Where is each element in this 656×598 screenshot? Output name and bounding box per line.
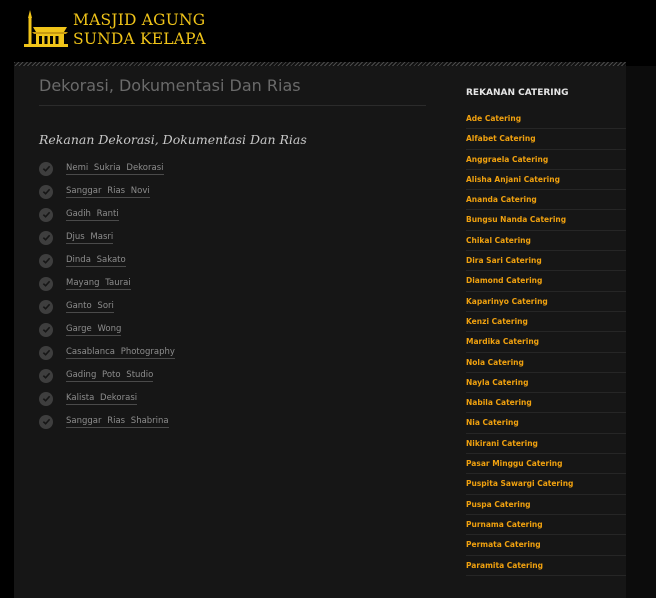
check-circle-icon [39, 391, 53, 406]
list-item: Garge Wong [39, 318, 175, 341]
list-item: Sanggar Rias Novi [39, 180, 175, 203]
partner-link[interactable]: Sanggar Rias Shabrina [66, 416, 169, 428]
catering-link[interactable]: Nayla Catering [466, 373, 626, 394]
check-circle-icon [39, 414, 53, 429]
logo-line-2: SUNDA KELAPA [73, 30, 206, 48]
check-circle-icon [39, 161, 53, 176]
catering-link[interactable]: Kaparinyo Catering [466, 292, 626, 312]
catering-link[interactable]: Dira Sari Catering [466, 251, 626, 272]
partner-list: Nemi Sukria Dekorasi Sanggar Rias Novi Gad… [39, 157, 175, 433]
partner-link[interactable]: Dinda Sakato [66, 255, 126, 267]
partner-link[interactable]: Garge Wong [66, 324, 122, 336]
catering-link[interactable]: Nabila Catering [466, 393, 626, 414]
catering-link[interactable]: Nola Catering [466, 353, 626, 373]
partner-link[interactable]: Mayang Taurai [66, 278, 131, 290]
list-item: Casablanca Photography [39, 341, 175, 364]
catering-link[interactable]: Bungsu Nanda Catering [466, 210, 626, 231]
site-logo-text[interactable]: MASJID AGUNG SUNDA KELAPA [73, 11, 206, 49]
title-divider [39, 105, 426, 106]
list-item: Gadih Ranti [39, 203, 175, 226]
catering-link[interactable]: Paramita Catering [466, 556, 626, 576]
partner-link[interactable]: Nemi Sukria Dekorasi [66, 163, 164, 175]
check-circle-icon [39, 207, 53, 222]
partner-link[interactable]: Casablanca Photography [66, 347, 175, 359]
list-item: Mayang Taurai [39, 272, 175, 295]
check-circle-icon [39, 184, 53, 199]
list-item: Gading Poto Studio [39, 364, 175, 387]
catering-link[interactable]: Kenzi Catering [466, 312, 626, 333]
site-header: MASJID AGUNG SUNDA KELAPA [0, 0, 656, 66]
catering-link[interactable]: Puspita Sawargi Catering [466, 474, 626, 495]
catering-link[interactable]: Pasar Minggu Catering [466, 454, 626, 475]
partner-link[interactable]: Kalista Dekorasi [66, 393, 138, 405]
catering-link[interactable]: Chikal Catering [466, 231, 626, 252]
catering-link[interactable]: Alfabet Catering [466, 129, 626, 150]
catering-list: Ade Catering Alfabet Catering Anggraela Ca… [466, 109, 626, 576]
check-circle-icon [39, 345, 53, 360]
catering-link[interactable]: Purnama Catering [466, 515, 626, 536]
logo-line-1: MASJID AGUNG [73, 11, 206, 29]
check-circle-icon [39, 299, 53, 314]
catering-link[interactable]: Nikirani Catering [466, 434, 626, 455]
catering-link[interactable]: Nia Catering [466, 413, 626, 434]
page-title: Dekorasi, Dokumentasi Dan Rias [39, 76, 301, 95]
check-circle-icon [39, 368, 53, 383]
check-circle-icon [39, 276, 53, 291]
check-circle-icon [39, 253, 53, 268]
catering-link[interactable]: Mardika Catering [466, 332, 626, 353]
check-circle-icon [39, 322, 53, 337]
catering-link[interactable]: Alisha Anjani Catering [466, 170, 626, 191]
partner-link[interactable]: Gadih Ranti [66, 209, 119, 221]
partner-link[interactable]: Gading Poto Studio [66, 370, 154, 382]
content-panel: Dekorasi, Dokumentasi Dan Rias Rekanan D… [14, 66, 626, 598]
list-item: Djus Masri [39, 226, 175, 249]
list-item: Dinda Sakato [39, 249, 175, 272]
catering-link[interactable]: Puspa Catering [466, 495, 626, 515]
list-item: Ganto Sori [39, 295, 175, 318]
list-item: Kalista Dekorasi [39, 387, 175, 410]
partner-link[interactable]: Sanggar Rias Novi [66, 186, 150, 198]
list-item: Sanggar Rias Shabrina [39, 410, 175, 433]
list-item: Nemi Sukria Dekorasi [39, 157, 175, 180]
partner-link[interactable]: Ganto Sori [66, 301, 114, 313]
check-circle-icon [39, 230, 53, 245]
mosque-logo-icon[interactable] [20, 10, 68, 50]
catering-link[interactable]: Permata Catering [466, 535, 626, 556]
catering-link[interactable]: Diamond Catering [466, 271, 626, 292]
sidebar-title: REKANAN CATERING [466, 88, 569, 98]
catering-link[interactable]: Ade Catering [466, 109, 626, 130]
partner-link[interactable]: Djus Masri [66, 232, 114, 244]
catering-link[interactable]: Anggraela Catering [466, 150, 626, 170]
section-heading: Rekanan Dekorasi, Dokumentasi Dan Rias [39, 132, 307, 147]
catering-link[interactable]: Ananda Catering [466, 190, 626, 211]
page-margin [626, 66, 656, 598]
